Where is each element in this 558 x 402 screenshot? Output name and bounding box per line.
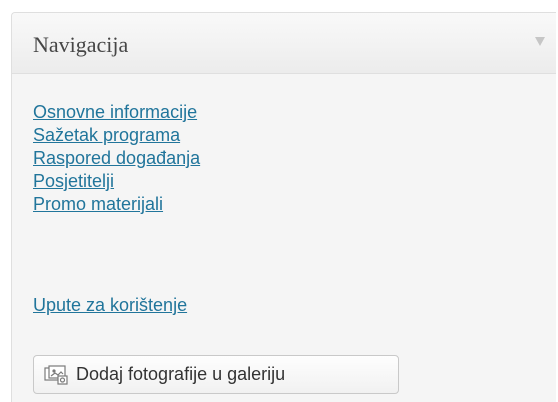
link-sazetak-programa[interactable]: Sažetak programa [33, 125, 180, 145]
list-item: Osnovne informacije [33, 101, 200, 124]
link-posjetitelji[interactable]: Posjetitelji [33, 171, 114, 191]
gallery-icon [44, 364, 68, 385]
nav-link-list: Osnovne informacije Sažetak programa Ras… [33, 101, 200, 216]
collapse-toggle-icon[interactable] [535, 37, 545, 46]
navigation-widget: Navigacija Osnovne informacije Sažetak p… [11, 12, 556, 402]
widget-title: Navigacija [33, 32, 129, 57]
add-to-gallery-button[interactable]: Dodaj fotografije u galeriju [33, 355, 399, 394]
help-link[interactable]: Upute za korištenje [33, 294, 187, 317]
widget-header: Navigacija [12, 13, 556, 74]
list-item: Sažetak programa [33, 124, 200, 147]
list-item: Promo materijali [33, 193, 200, 216]
link-osnovne-informacije[interactable]: Osnovne informacije [33, 102, 197, 122]
list-item: Raspored događanja [33, 147, 200, 170]
list-item: Posjetitelji [33, 170, 200, 193]
link-raspored-dogadanja[interactable]: Raspored događanja [33, 148, 200, 168]
add-to-gallery-label: Dodaj fotografije u galeriju [76, 364, 286, 384]
link-promo-materijali[interactable]: Promo materijali [33, 194, 163, 214]
widget-body: Osnovne informacije Sažetak programa Ras… [12, 74, 556, 402]
